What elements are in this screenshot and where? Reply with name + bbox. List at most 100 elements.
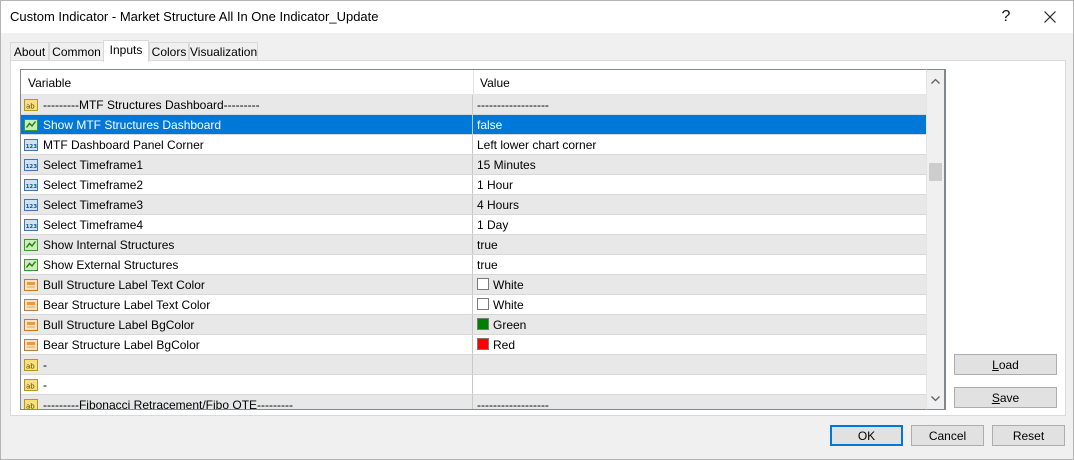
value-cell[interactable]: ------------------ bbox=[474, 95, 927, 114]
table-row[interactable]: Bull Structure Label BgColor Green bbox=[21, 315, 927, 335]
variable-cell[interactable]: 123 Select Timeframe4 bbox=[21, 215, 473, 234]
color-swatch bbox=[477, 318, 489, 330]
color-type-icon bbox=[23, 317, 39, 333]
variable-name: Select Timeframe3 bbox=[43, 198, 144, 212]
title-bar: Custom Indicator - Market Structure All … bbox=[1, 1, 1073, 33]
svg-text:ab: ab bbox=[26, 383, 35, 391]
ok-button[interactable]: OK bbox=[830, 425, 903, 446]
table-row[interactable]: Show MTF Structures Dashboard false bbox=[21, 115, 927, 135]
value-cell[interactable]: 1 Day bbox=[474, 215, 927, 234]
variable-name: - bbox=[43, 378, 47, 392]
variable-value: White bbox=[493, 278, 524, 292]
table-row[interactable]: ab - bbox=[21, 375, 927, 395]
window-title: Custom Indicator - Market Structure All … bbox=[10, 9, 379, 24]
color-type-icon bbox=[23, 277, 39, 293]
table-row[interactable]: 123 Select Timeframe2 1 Hour bbox=[21, 175, 927, 195]
variable-cell[interactable]: Show MTF Structures Dashboard bbox=[21, 115, 473, 134]
table-row[interactable]: 123 Select Timeframe4 1 Day bbox=[21, 215, 927, 235]
reset-button[interactable]: Reset bbox=[992, 425, 1065, 446]
variable-cell[interactable]: Bear Structure Label Text Color bbox=[21, 295, 473, 314]
table-row[interactable]: Show Internal Structures true bbox=[21, 235, 927, 255]
save-button[interactable]: Save bbox=[954, 387, 1057, 408]
value-cell[interactable]: 1 Hour bbox=[474, 175, 927, 194]
value-cell[interactable]: true bbox=[474, 255, 927, 274]
variable-cell[interactable]: ab - bbox=[21, 375, 473, 394]
scroll-down-button[interactable] bbox=[927, 390, 944, 407]
variable-cell[interactable]: Show External Structures bbox=[21, 255, 473, 274]
close-icon bbox=[1044, 11, 1056, 23]
variable-name: ---------MTF Structures Dashboard-------… bbox=[43, 98, 260, 112]
value-cell[interactable]: true bbox=[474, 235, 927, 254]
grid-rows: ab ---------MTF Structures Dashboard-----… bbox=[21, 95, 927, 409]
table-row[interactable]: 123 MTF Dashboard Panel Corner Left lower … bbox=[21, 135, 927, 155]
value-cell[interactable]: 15 Minutes bbox=[474, 155, 927, 174]
table-row[interactable]: ab ---------Fibonacci Retracement/Fibo OT… bbox=[21, 395, 927, 409]
variable-cell[interactable]: Bear Structure Label BgColor bbox=[21, 335, 473, 354]
column-header-value[interactable]: Value bbox=[480, 76, 510, 90]
value-cell[interactable]: Red bbox=[474, 335, 927, 354]
column-header-variable[interactable]: Variable bbox=[28, 76, 71, 90]
variable-value: ------------------ bbox=[477, 98, 549, 112]
variable-name: Bear Structure Label Text Color bbox=[43, 298, 211, 312]
value-cell[interactable]: White bbox=[474, 295, 927, 314]
variable-cell[interactable]: 123 Select Timeframe1 bbox=[21, 155, 473, 174]
variable-cell[interactable]: ab - bbox=[21, 355, 473, 374]
svg-text:123: 123 bbox=[26, 224, 38, 230]
column-divider[interactable] bbox=[473, 70, 474, 95]
variable-cell[interactable]: Bull Structure Label BgColor bbox=[21, 315, 473, 334]
variable-cell[interactable]: Show Internal Structures bbox=[21, 235, 473, 254]
value-cell[interactable] bbox=[474, 355, 927, 374]
variable-cell[interactable]: 123 Select Timeframe3 bbox=[21, 195, 473, 214]
tab-inputs[interactable]: Inputs bbox=[103, 40, 149, 62]
table-row[interactable]: 123 Select Timeframe1 15 Minutes bbox=[21, 155, 927, 175]
table-row[interactable]: Bear Structure Label Text Color White bbox=[21, 295, 927, 315]
value-cell[interactable]: false bbox=[474, 115, 927, 134]
help-button[interactable]: ? bbox=[984, 1, 1028, 33]
value-cell[interactable]: White bbox=[474, 275, 927, 294]
table-row[interactable]: ab ---------MTF Structures Dashboard-----… bbox=[21, 95, 927, 115]
variable-cell[interactable]: 123 Select Timeframe2 bbox=[21, 175, 473, 194]
value-cell[interactable]: Left lower chart corner bbox=[474, 135, 927, 154]
bool-type-icon bbox=[23, 117, 39, 133]
close-button[interactable] bbox=[1028, 1, 1072, 33]
variable-value: Red bbox=[493, 338, 516, 352]
variable-value: White bbox=[493, 298, 524, 312]
bool-type-icon bbox=[23, 257, 39, 273]
scrollbar-thumb[interactable] bbox=[929, 163, 942, 181]
scroll-up-button[interactable] bbox=[927, 72, 944, 89]
tab-common[interactable]: Common bbox=[49, 42, 104, 61]
color-type-icon bbox=[23, 297, 39, 313]
enum-type-icon: 123 bbox=[23, 197, 39, 213]
table-row[interactable]: ab - bbox=[21, 355, 927, 375]
variable-cell[interactable]: Bull Structure Label Text Color bbox=[21, 275, 473, 294]
value-cell[interactable] bbox=[474, 375, 927, 394]
cancel-button[interactable]: Cancel bbox=[911, 425, 984, 446]
variable-name: Select Timeframe4 bbox=[43, 218, 144, 232]
load-button[interactable]: Load bbox=[954, 354, 1057, 375]
enum-type-icon: 123 bbox=[23, 177, 39, 193]
inputs-grid: Variable Value ab ---------MTF Structures… bbox=[20, 69, 946, 410]
color-swatch bbox=[477, 278, 489, 290]
table-row[interactable]: Bull Structure Label Text Color White bbox=[21, 275, 927, 295]
variable-name: Bull Structure Label Text Color bbox=[43, 278, 205, 292]
variable-cell[interactable]: ab ---------MTF Structures Dashboard-----… bbox=[21, 95, 473, 114]
value-cell[interactable]: Green bbox=[474, 315, 927, 334]
variable-cell[interactable]: ab ---------Fibonacci Retracement/Fibo OT… bbox=[21, 395, 473, 409]
tab-about[interactable]: About bbox=[10, 42, 49, 61]
variable-cell[interactable]: 123 MTF Dashboard Panel Corner bbox=[21, 135, 473, 154]
enum-type-icon: 123 bbox=[23, 157, 39, 173]
vertical-scrollbar[interactable] bbox=[926, 69, 945, 410]
svg-text:123: 123 bbox=[26, 184, 38, 190]
chevron-up-icon bbox=[931, 78, 940, 84]
tab-colors[interactable]: Colors bbox=[149, 42, 189, 61]
table-row[interactable]: Show External Structures true bbox=[21, 255, 927, 275]
dialog-window: Custom Indicator - Market Structure All … bbox=[0, 0, 1074, 460]
tab-visualization[interactable]: Visualization bbox=[189, 42, 258, 61]
value-cell[interactable]: 4 Hours bbox=[474, 195, 927, 214]
table-row[interactable]: 123 Select Timeframe3 4 Hours bbox=[21, 195, 927, 215]
table-row[interactable]: Bear Structure Label BgColor Red bbox=[21, 335, 927, 355]
variable-name: MTF Dashboard Panel Corner bbox=[43, 138, 204, 152]
value-cell[interactable]: ------------------ bbox=[474, 395, 927, 409]
chevron-down-icon bbox=[931, 395, 940, 401]
variable-name: Bear Structure Label BgColor bbox=[43, 338, 200, 352]
